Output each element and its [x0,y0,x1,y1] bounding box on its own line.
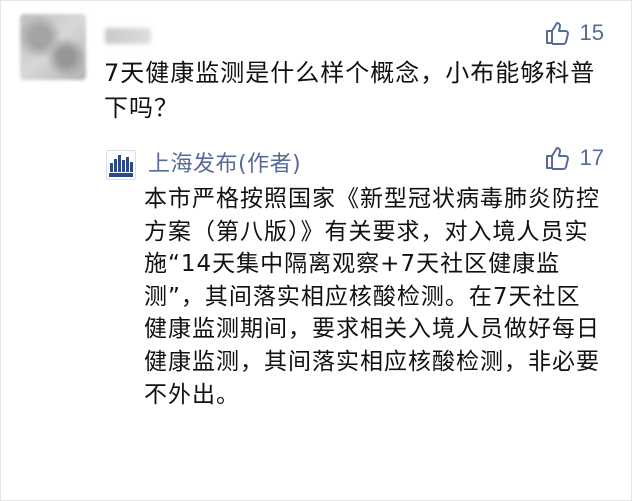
comment-like-count: 15 [579,20,604,45]
reply-text: 本市严格按照国家《新型冠状病毒肺炎防控方案（第八版）》有关要求，对入境人员实施“… [144,186,600,408]
reply-like-count: 17 [579,145,604,170]
reply-like-button[interactable]: 17 [544,145,604,171]
thumbs-up-icon [545,22,569,45]
thumbs-up-icon [545,147,569,170]
commenter-avatar[interactable] [20,14,86,80]
commenter-name[interactable] [105,28,151,44]
shanghai-fabu-logo-icon[interactable] [106,150,136,180]
reply-author-name[interactable]: 上海发布(作者) [148,146,301,178]
comment-text: 7天健康监测是什么样个概念，小布能够科普下吗？ [104,59,596,122]
comment-like-button[interactable]: 15 [544,20,604,46]
